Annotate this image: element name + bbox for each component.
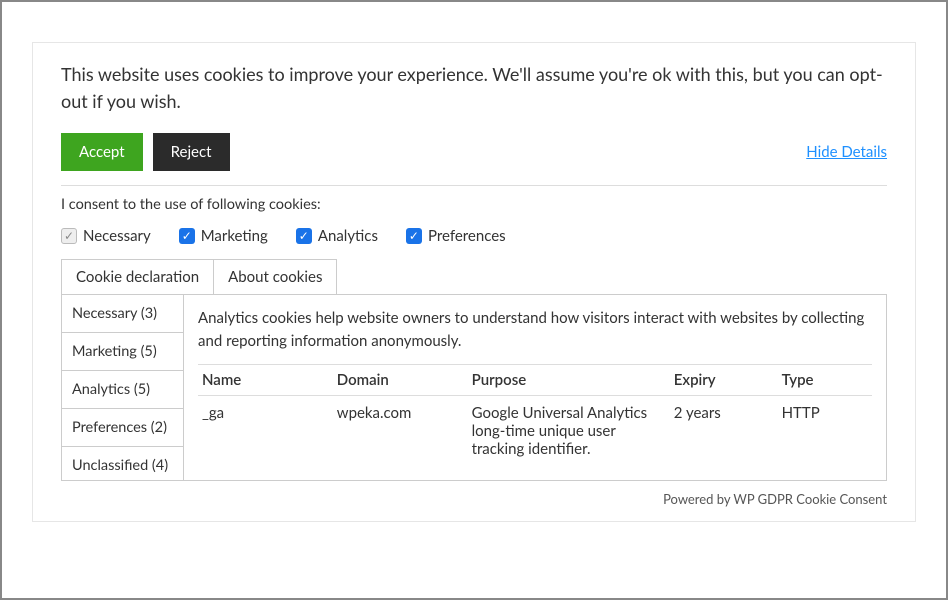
cell-purpose: Google Universal Analytics long-time uni… [468, 396, 670, 467]
col-purpose: Purpose [468, 365, 670, 396]
banner-message: This website uses cookies to improve you… [61, 61, 887, 115]
sidetab-preferences[interactable]: Preferences (2) [62, 409, 183, 447]
cell-expiry: 2 years [670, 396, 778, 467]
col-expiry: Expiry [670, 365, 778, 396]
checkbox-row: ✓ Necessary ✓ Marketing ✓ Analytics ✓ Pr… [61, 227, 887, 245]
checkbox-label: Preferences [428, 227, 506, 245]
powered-by-footer: Powered by WP GDPR Cookie Consent [61, 491, 887, 507]
checkbox-icon: ✓ [61, 228, 77, 244]
checkbox-icon: ✓ [406, 228, 422, 244]
details-panel: Necessary (3) Marketing (5) Analytics (5… [61, 294, 887, 481]
checkbox-preferences[interactable]: ✓ Preferences [406, 227, 506, 245]
cell-domain: wpeka.com [333, 396, 468, 467]
cell-type: HTTP [778, 396, 872, 467]
table-row: _ga wpeka.com Google Universal Analytics… [198, 396, 872, 467]
consent-text: I consent to the use of following cookie… [61, 196, 887, 213]
cookie-table: Name Domain Purpose Expiry Type _ga wpek… [198, 364, 872, 466]
divider [61, 185, 887, 186]
category-side-tabs: Necessary (3) Marketing (5) Analytics (5… [62, 295, 184, 480]
checkbox-label: Analytics [318, 227, 378, 245]
tab-about-cookies[interactable]: About cookies [214, 259, 337, 294]
checkbox-label: Marketing [201, 227, 268, 245]
tab-cookie-declaration[interactable]: Cookie declaration [61, 259, 214, 294]
panel-body: Analytics cookies help website owners to… [184, 295, 886, 480]
col-name: Name [198, 365, 333, 396]
reject-button[interactable]: Reject [153, 133, 230, 171]
top-tabs: Cookie declaration About cookies [61, 259, 887, 294]
sidetab-analytics[interactable]: Analytics (5) [62, 371, 183, 409]
col-type: Type [778, 365, 872, 396]
checkbox-icon: ✓ [296, 228, 312, 244]
checkbox-label: Necessary [83, 227, 151, 245]
category-description: Analytics cookies help website owners to… [198, 307, 872, 352]
cell-name: _ga [198, 396, 333, 467]
col-domain: Domain [333, 365, 468, 396]
sidetab-unclassified[interactable]: Unclassified (4) [62, 447, 183, 481]
hide-details-link[interactable]: Hide Details [806, 143, 887, 161]
button-row: Accept Reject Hide Details [61, 133, 887, 171]
checkbox-analytics[interactable]: ✓ Analytics [296, 227, 378, 245]
accept-button[interactable]: Accept [61, 133, 143, 171]
sidetab-necessary[interactable]: Necessary (3) [62, 295, 183, 333]
checkbox-marketing[interactable]: ✓ Marketing [179, 227, 268, 245]
cookie-consent-banner: This website uses cookies to improve you… [32, 42, 916, 522]
table-header-row: Name Domain Purpose Expiry Type [198, 365, 872, 396]
checkbox-necessary[interactable]: ✓ Necessary [61, 227, 151, 245]
checkbox-icon: ✓ [179, 228, 195, 244]
sidetab-marketing[interactable]: Marketing (5) [62, 333, 183, 371]
